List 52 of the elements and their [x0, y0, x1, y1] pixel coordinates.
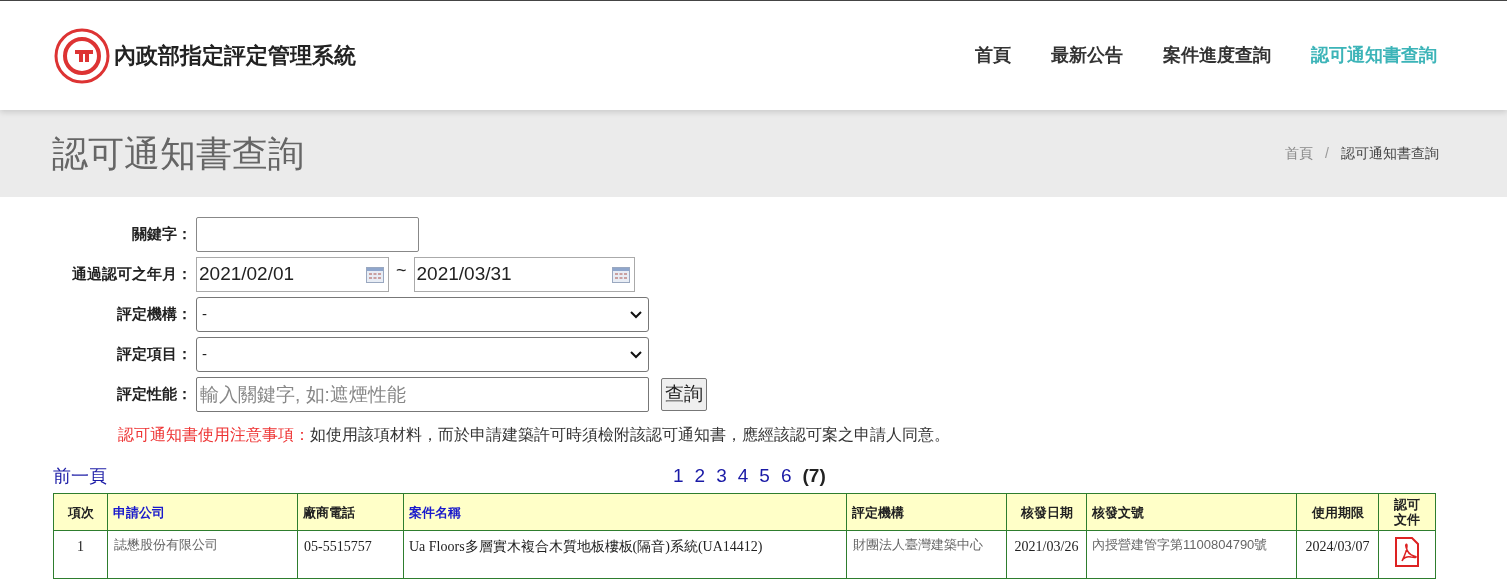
table-cell: 1	[53, 530, 108, 579]
table-cell: 財團法人臺灣建築中心	[846, 530, 1007, 579]
site-title: 內政部指定評定管理系統	[114, 42, 356, 70]
nav-link[interactable]: 首頁	[975, 42, 1011, 69]
column-header: 廠商電話	[297, 493, 404, 531]
nav-link[interactable]: 案件進度查詢	[1163, 42, 1271, 69]
table-cell: 內授營建管字第1100804790號	[1086, 530, 1297, 579]
page-title: 認可通知書查詢	[52, 131, 304, 176]
search-button[interactable]: 查詢	[661, 378, 707, 411]
column-header[interactable]: 案件名稱	[403, 493, 847, 531]
field-label: 評定性能：	[116, 384, 193, 405]
column-header: 項次	[53, 493, 108, 531]
keyword-field[interactable]	[196, 217, 419, 252]
column-header: 核發文號	[1086, 493, 1297, 531]
breadcrumb-current: 認可通知書查詢	[1341, 144, 1439, 163]
calendar-icon[interactable]	[611, 266, 630, 283]
dropdown-select[interactable]: -	[196, 337, 649, 372]
field-label: 評定項目：	[116, 344, 193, 365]
table-cell: 誌懋股份有限公司	[107, 530, 298, 579]
breadcrumb-separator: /	[1325, 144, 1329, 163]
dropdown-select[interactable]: -	[196, 297, 649, 332]
range-separator: ~	[395, 259, 408, 282]
previous-page-link[interactable]: 前一頁	[53, 463, 107, 490]
page-link[interactable]: 4	[737, 461, 749, 490]
page-link[interactable]: 5	[759, 461, 770, 490]
table-cell: 05-5515757	[297, 530, 404, 579]
chevron-down-icon	[630, 310, 642, 319]
usage-notice: 認可通知書使用注意事項：如使用該項材料，而於申請建築許可時須檢附該認可通知書，應經該認可案之申請人同意。	[117, 425, 951, 445]
column-header: 核發日期	[1006, 493, 1087, 531]
emblem-logo-icon	[54, 27, 110, 84]
table-cell: 2021/03/26	[1006, 530, 1087, 579]
date-field[interactable]: 2021/03/31	[413, 257, 635, 292]
table-cell: Ua Floors多層實木複合木質地板樓板(隔音)系統(UA14412)	[403, 530, 847, 579]
field-label: 評定機構：	[116, 304, 193, 325]
current-page: (7)	[802, 463, 826, 488]
table-cell: 2024/03/07	[1296, 530, 1379, 579]
page-link[interactable]: 6	[780, 461, 792, 490]
page-link[interactable]: 3	[716, 461, 727, 490]
column-header: 評定機構	[846, 493, 1007, 531]
field-label: 關鍵字：	[131, 224, 193, 245]
column-header[interactable]: 申請公司	[107, 493, 298, 531]
column-header: 認可文件	[1378, 493, 1436, 531]
chevron-down-icon	[630, 350, 642, 359]
page-link[interactable]: 1	[673, 461, 684, 490]
calendar-icon[interactable]	[366, 266, 384, 283]
field-label: 通過認可之年月：	[71, 264, 193, 285]
pdf-file-icon[interactable]	[1394, 537, 1420, 567]
page-link[interactable]: 2	[694, 461, 706, 490]
column-header: 使用期限	[1296, 493, 1379, 531]
performance-field[interactable]: 輸入關鍵字, 如:遮煙性能	[196, 377, 649, 412]
nav-link[interactable]: 最新公告	[1051, 42, 1123, 69]
date-field[interactable]: 2021/02/01	[196, 257, 389, 292]
